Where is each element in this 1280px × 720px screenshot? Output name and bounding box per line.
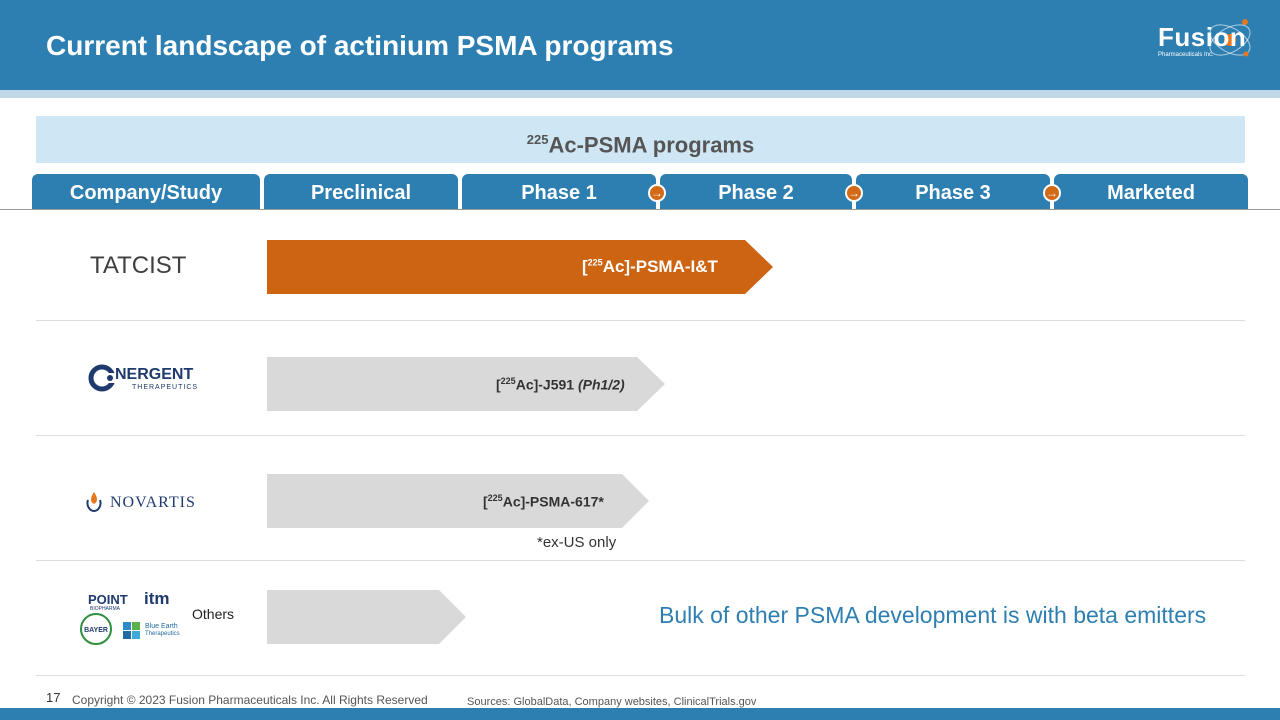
convergent-logo-text: NERGENT [115, 366, 194, 383]
bar-label-j591: [225Ac]-J591 (Ph1/2) [496, 376, 625, 393]
logo-text: Fusion [1158, 22, 1247, 52]
bayer-logo: BAYER [80, 613, 112, 645]
page-title: Current landscape of actinium PSMA progr… [46, 30, 674, 61]
blue-earth-cube-icon [123, 622, 140, 639]
fusion-logo: Fusion Pharmaceuticals Inc. [1150, 12, 1260, 72]
blue-earth-logo-subtext: Therapeutics [145, 631, 180, 637]
others-label: Others [192, 606, 235, 622]
ex-us-footnote: *ex-US only [537, 534, 617, 551]
tab-preclinical: Preclinical [264, 174, 458, 209]
page-number: 17 [46, 690, 61, 705]
pipeline-bar-others [267, 590, 466, 644]
convergent-c-icon [88, 364, 116, 392]
tab-phase-1: Phase 1 [462, 174, 656, 209]
header-stripe [0, 90, 1280, 98]
tab-divider [0, 209, 1280, 210]
copyright-text: Copyright © 2023 Fusion Pharmaceuticals … [72, 693, 428, 707]
itm-logo: itm [144, 589, 170, 608]
convergent-logo: NERGENT THERAPEUTICS [88, 364, 208, 394]
novartis-logo: NOVARTIS [84, 490, 204, 514]
company-tatcist: TATCIST [90, 252, 187, 279]
row-divider [36, 560, 1245, 561]
row-divider [36, 675, 1245, 676]
footer-bar [0, 708, 1280, 720]
banner-superscript: 225 [526, 132, 549, 147]
convergent-logo-subtext: THERAPEUTICS [132, 384, 199, 391]
blue-earth-logo-text: Blue Earth [145, 623, 178, 630]
bayer-logo-text: BAYER [84, 627, 108, 634]
bar-label-psma-617: [225Ac]-PSMA-617* [483, 493, 604, 510]
others-logos: POINT BIOPHARMA itm BAYER Blue Earth The… [78, 588, 190, 648]
arrow-right-icon: → [845, 184, 863, 202]
sources-text: Sources: GlobalData, Company websites, C… [467, 696, 757, 708]
row-divider [36, 320, 1245, 321]
logo-subtext: Pharmaceuticals Inc. [1158, 52, 1214, 58]
tab-marketed: Marketed [1054, 174, 1248, 209]
row-divider [36, 435, 1245, 436]
tab-phase-3: Phase 3 [856, 174, 1050, 209]
bar-label-psma-it: [225Ac]-PSMA-I&T [582, 257, 718, 276]
programs-banner: 225Ac-PSMA programs [36, 116, 1245, 163]
point-logo: POINT [88, 592, 128, 607]
novartis-logo-text: NOVARTIS [110, 494, 196, 511]
banner-text: Ac-PSMA programs [548, 132, 755, 158]
tab-phase-2: Phase 2 [660, 174, 852, 209]
beta-emitters-note: Bulk of other PSMA development is with b… [659, 602, 1207, 628]
novartis-flame-icon [86, 492, 102, 512]
arrow-right-icon: → [648, 184, 666, 202]
arrow-right-icon: → [1043, 184, 1061, 202]
tab-company-study: Company/Study [32, 174, 260, 209]
